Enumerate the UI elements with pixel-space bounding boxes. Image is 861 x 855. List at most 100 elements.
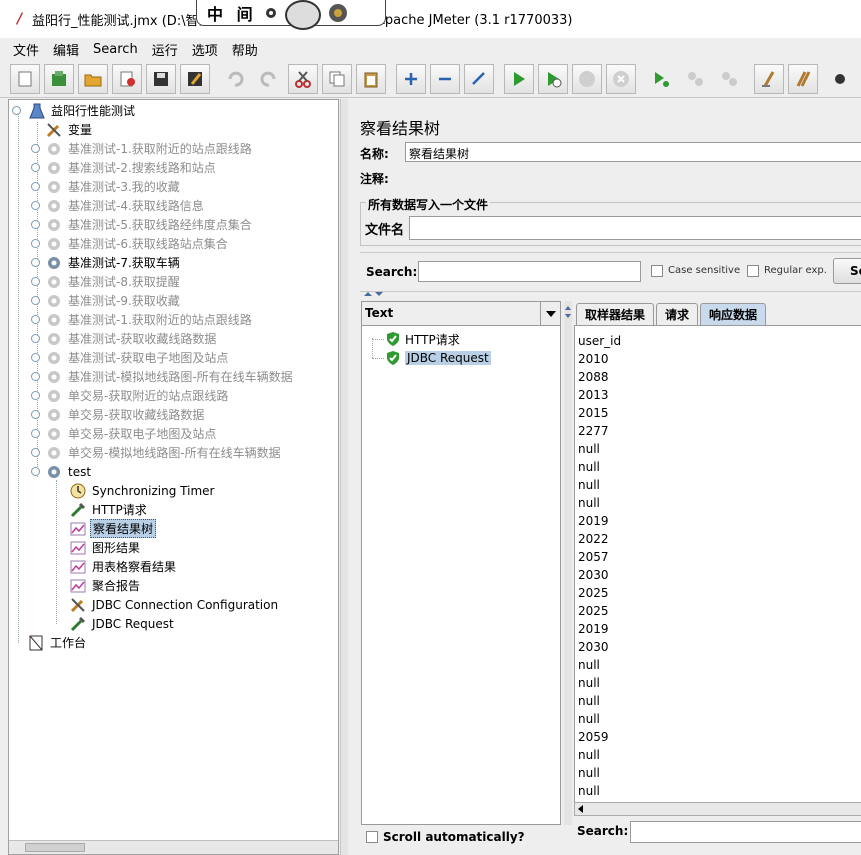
tree-expander[interactable] bbox=[31, 296, 40, 305]
split-arrows-icon[interactable] bbox=[363, 290, 385, 298]
tree-child-item[interactable]: 图形结果 bbox=[69, 538, 142, 557]
menu-run[interactable]: 运行 bbox=[145, 40, 185, 59]
tree-child-item[interactable]: JDBC Connection Configuration bbox=[69, 595, 280, 614]
cut-button[interactable] bbox=[288, 64, 318, 94]
main-splitter[interactable] bbox=[340, 99, 348, 855]
tree-item[interactable]: 基准测试-4.获取线路信息 bbox=[31, 196, 206, 215]
menu-file[interactable]: 文件 bbox=[6, 40, 46, 59]
menu-edit[interactable]: 编辑 bbox=[46, 40, 86, 59]
tree-root[interactable]: 益阳行性能测试 bbox=[12, 101, 137, 120]
tree-item[interactable]: 基准测试-获取电子地图及站点 bbox=[31, 348, 230, 367]
tree-expander[interactable] bbox=[31, 182, 40, 191]
tree-expander[interactable] bbox=[31, 353, 40, 362]
tree-child-item[interactable]: 察看结果树 bbox=[69, 519, 157, 538]
tree-expander[interactable] bbox=[31, 410, 40, 419]
undo-button[interactable] bbox=[220, 64, 250, 94]
scroll-automatically-checkbox[interactable] bbox=[366, 831, 378, 843]
chevron-down-icon[interactable] bbox=[540, 302, 560, 325]
search-input[interactable] bbox=[418, 261, 641, 282]
tree-item[interactable]: 基准测试-2.搜索线路和站点 bbox=[31, 158, 218, 177]
redo-button[interactable] bbox=[254, 64, 284, 94]
tree-item[interactable]: 单交易-获取收藏线路数据 bbox=[31, 405, 206, 424]
tree-expander[interactable] bbox=[31, 429, 40, 438]
templates-button[interactable] bbox=[44, 64, 74, 94]
filename-input[interactable] bbox=[409, 216, 861, 240]
collapse-all-button[interactable] bbox=[430, 64, 460, 94]
tree-expander[interactable] bbox=[31, 163, 40, 172]
copy-button[interactable] bbox=[322, 64, 352, 94]
menu-search[interactable]: Search bbox=[86, 42, 145, 57]
shutdown-button[interactable] bbox=[606, 64, 636, 94]
tree-horizontal-scrollbar[interactable] bbox=[9, 840, 338, 854]
tree-item[interactable]: 基准测试-6.获取线路站点集合 bbox=[31, 234, 230, 253]
tree-item[interactable]: 基准测试-模拟地线路图-所有在线车辆数据 bbox=[31, 367, 295, 386]
tree-expander[interactable] bbox=[31, 239, 40, 248]
stop-button[interactable] bbox=[572, 64, 602, 94]
tree-expander[interactable] bbox=[31, 201, 40, 210]
tree-item[interactable]: 基准测试-获取收藏线路数据 bbox=[31, 329, 218, 348]
tree-item[interactable]: 基准测试-1.获取附近的站点跟线路 bbox=[31, 310, 254, 329]
clear-all-button[interactable] bbox=[788, 64, 818, 94]
response-horizontal-scrollbar[interactable] bbox=[574, 802, 861, 816]
comment-input[interactable] bbox=[401, 167, 861, 187]
tree-expander[interactable] bbox=[31, 391, 40, 400]
scroll-left-icon[interactable] bbox=[577, 805, 585, 813]
tree-item[interactable]: 基准测试-9.获取收藏 bbox=[31, 291, 182, 310]
results-splitter[interactable] bbox=[564, 301, 572, 825]
tree-child-item[interactable]: 聚合报告 bbox=[69, 576, 142, 595]
tree-item[interactable]: 基准测试-1.获取附近的站点跟线路 bbox=[31, 139, 254, 158]
tree-child-item[interactable]: JDBC Request bbox=[69, 614, 176, 633]
menu-help[interactable]: 帮助 bbox=[225, 40, 265, 59]
menu-options[interactable]: 选项 bbox=[185, 40, 225, 59]
tree-child-item[interactable]: Synchronizing Timer bbox=[69, 481, 216, 500]
tree-expander[interactable] bbox=[31, 315, 40, 324]
tree-item[interactable]: 基准测试-5.获取线路经纬度点集合 bbox=[31, 215, 254, 234]
search-button[interactable] bbox=[822, 64, 852, 94]
tree-expander[interactable] bbox=[31, 372, 40, 381]
open-button[interactable] bbox=[78, 64, 108, 94]
remote-shutdown-button[interactable] bbox=[714, 64, 744, 94]
close-button[interactable] bbox=[112, 64, 142, 94]
tree-expander[interactable] bbox=[31, 448, 40, 457]
tree-item[interactable]: 单交易-模拟地线路图-所有在线车辆数据 bbox=[31, 443, 283, 462]
tab-sampler-result[interactable]: 取样器结果 bbox=[576, 303, 655, 325]
name-input[interactable]: 察看结果树 bbox=[405, 142, 861, 162]
renderer-select[interactable]: Text bbox=[362, 302, 560, 326]
clear-button[interactable] bbox=[754, 64, 784, 94]
response-data-area[interactable]: user_id 2010 2088 2013 2015 2277 null null null n… bbox=[574, 325, 861, 803]
start-no-pauses-button[interactable] bbox=[538, 64, 568, 94]
tree-item[interactable]: 基准测试-8.获取提醒 bbox=[31, 272, 182, 291]
tree-expander[interactable] bbox=[31, 334, 40, 343]
tree-child-item[interactable]: 用表格察看结果 bbox=[69, 557, 178, 576]
tree-expander[interactable] bbox=[31, 220, 40, 229]
expand-all-button[interactable] bbox=[396, 64, 426, 94]
tree-item[interactable]: 基准测试-7.获取车辆 bbox=[31, 253, 182, 272]
save-button[interactable] bbox=[146, 64, 176, 94]
paste-button[interactable] bbox=[356, 64, 386, 94]
scroll-automatically-row[interactable]: Scroll automatically? bbox=[366, 830, 525, 844]
response-search-input[interactable] bbox=[630, 821, 861, 843]
tree-workbench[interactable]: 工作台 bbox=[27, 633, 88, 652]
results-sample-tree[interactable]: Text HTTP请求 JDBC Request bbox=[361, 301, 561, 825]
tree-expander[interactable] bbox=[31, 144, 40, 153]
tree-item[interactable]: 单交易-获取附近的站点跟线路 bbox=[31, 386, 230, 405]
regex-checkbox[interactable] bbox=[747, 265, 759, 277]
tree-item[interactable]: 单交易-获取电子地图及站点 bbox=[31, 424, 218, 443]
tree-item[interactable]: 基准测试-3.我的收藏 bbox=[31, 177, 182, 196]
tree-item[interactable]: test bbox=[31, 462, 93, 481]
tab-request[interactable]: 请求 bbox=[656, 303, 699, 325]
remote-start-button[interactable] bbox=[646, 64, 676, 94]
case-sensitive-checkbox[interactable] bbox=[651, 265, 663, 277]
tree-expander[interactable] bbox=[31, 277, 40, 286]
tree-expander[interactable] bbox=[31, 467, 40, 476]
tree-expander[interactable] bbox=[31, 258, 40, 267]
scroll-thumb[interactable] bbox=[25, 843, 85, 852]
tree-item[interactable]: 变量 bbox=[31, 120, 94, 139]
start-button[interactable] bbox=[504, 64, 534, 94]
search-button[interactable]: Se bbox=[833, 258, 861, 284]
tab-response-data[interactable]: 响应数据 bbox=[700, 303, 767, 325]
sample-jdbc-request[interactable]: JDBC Request bbox=[385, 349, 491, 367]
save-as-button[interactable] bbox=[180, 64, 210, 94]
new-button[interactable] bbox=[10, 64, 40, 94]
test-plan-tree[interactable]: 益阳行性能测试 变量 基准测试-1.获取附近的站点跟线路 基准测试-2.搜索线路和站… bbox=[8, 99, 339, 855]
